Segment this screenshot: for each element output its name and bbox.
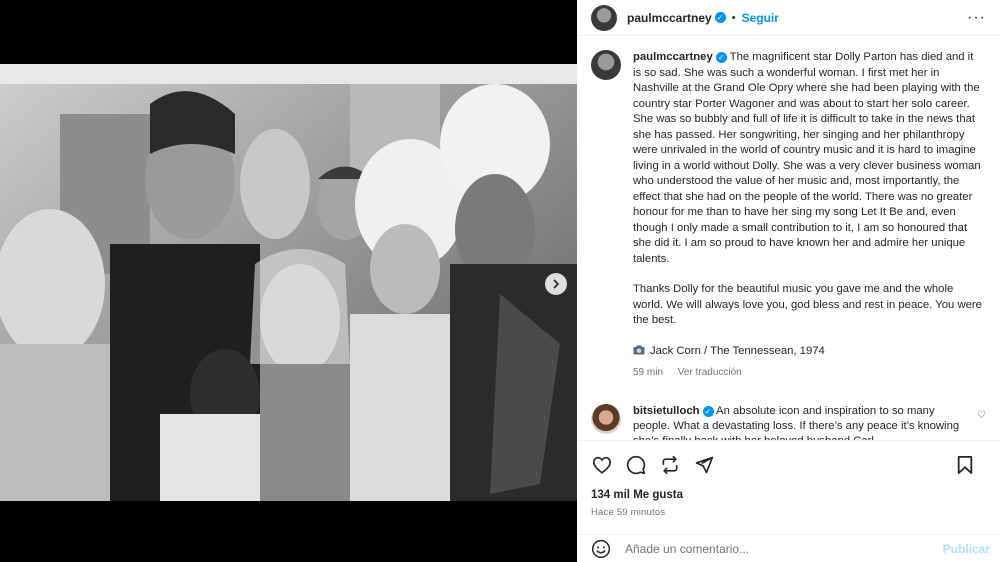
photo-credit-text: Jack Corn / The Tennessean, 1974	[650, 344, 825, 357]
media-panel	[0, 0, 577, 562]
comment-body: bitsietulloch ✓ An absolute icon and insp…	[633, 404, 973, 440]
comment-input[interactable]	[625, 541, 925, 556]
comment-like-heart-icon[interactable]: ♡	[977, 410, 986, 421]
caption-username[interactable]: paulmccartney	[633, 51, 713, 63]
bookmark-icon	[957, 455, 973, 474]
post-header: paulmccartney ✓ • Seguir ···	[577, 0, 1000, 36]
comment-composer: Publicar	[577, 534, 1000, 562]
repost-button[interactable]	[659, 454, 681, 476]
verified-badge-icon: ✓	[715, 51, 727, 63]
post-actions	[577, 440, 1000, 488]
author-avatar[interactable]	[591, 4, 617, 31]
photo-credit: Jack Corn / The Tennessean, 1974	[633, 344, 983, 360]
comment-button[interactable]	[625, 454, 647, 476]
post-timestamp: Hace 59 minutos	[591, 507, 666, 518]
caption-author-avatar[interactable]	[591, 50, 621, 80]
like-button[interactable]	[591, 454, 613, 476]
repost-icon	[662, 455, 678, 474]
caption-meta: 59 min Ver traducción	[633, 365, 983, 381]
carousel-next-button[interactable]	[545, 273, 567, 295]
verified-badge-icon: ✓	[702, 405, 714, 417]
share-button[interactable]	[693, 454, 715, 476]
likes-count[interactable]: 134 mil Me gusta	[591, 489, 683, 501]
more-options-icon[interactable]: ···	[967, 9, 986, 27]
commenter-avatar[interactable]	[591, 404, 621, 434]
heart-icon	[592, 456, 612, 474]
save-button[interactable]	[954, 454, 976, 476]
publish-button[interactable]: Publicar	[943, 542, 990, 556]
caption-paragraph-1: The magnificent star Dolly Parton has di…	[633, 51, 981, 265]
separator-dot: •	[731, 11, 736, 24]
caption-timestamp: 59 min	[633, 367, 664, 378]
caption-row: paulmccartney ✓ The magnificent star Doll…	[591, 50, 986, 381]
caption-area: paulmccartney ✓ The magnificent star Doll…	[591, 50, 986, 381]
chevron-right-icon	[553, 279, 560, 289]
black-and-white-group-photo	[0, 64, 577, 501]
emoji-smiley-icon[interactable]	[591, 539, 611, 559]
comment-item: bitsietulloch ✓ An absolute icon and insp…	[591, 404, 986, 440]
author-username[interactable]: paulmccartney	[627, 11, 712, 25]
paper-plane-icon	[695, 456, 714, 473]
post-sidebar: paulmccartney ✓ • Seguir ··· paulmccartn…	[577, 0, 1000, 562]
follow-button[interactable]: Seguir	[742, 11, 779, 25]
commenter-username[interactable]: bitsietulloch	[633, 405, 700, 417]
verified-badge-icon: ✓	[714, 12, 726, 23]
caption: paulmccartney ✓ The magnificent star Doll…	[633, 50, 983, 381]
caption-paragraph-2: Thanks Dolly for the beautiful music you…	[633, 283, 982, 326]
see-translation-link[interactable]: Ver traducción	[678, 367, 742, 378]
post-photo[interactable]	[0, 64, 577, 501]
camera-icon	[633, 345, 645, 354]
comment-bubble-icon	[626, 455, 646, 474]
